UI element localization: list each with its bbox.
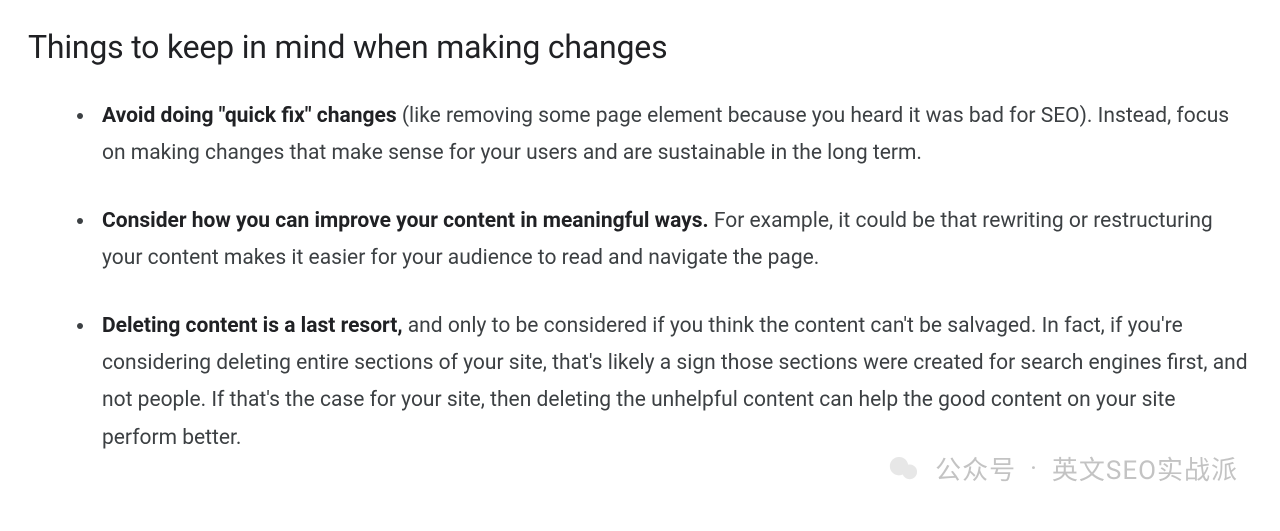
- list-item-lead: Avoid doing "quick fix" changes: [102, 104, 397, 128]
- list-item: Deleting content is a last resort, and o…: [96, 308, 1252, 458]
- list-item-lead: Consider how you can improve your conten…: [102, 209, 709, 233]
- list-item: Avoid doing "quick fix" changes (like re…: [96, 98, 1252, 173]
- tips-list: Avoid doing "quick fix" changes (like re…: [28, 98, 1252, 457]
- list-item-lead: Deleting content is a last resort,: [102, 314, 403, 338]
- dot-icon: ·: [1030, 456, 1038, 482]
- section-heading: Things to keep in mind when making chang…: [28, 28, 1252, 66]
- list-item: Consider how you can improve your conten…: [96, 203, 1252, 278]
